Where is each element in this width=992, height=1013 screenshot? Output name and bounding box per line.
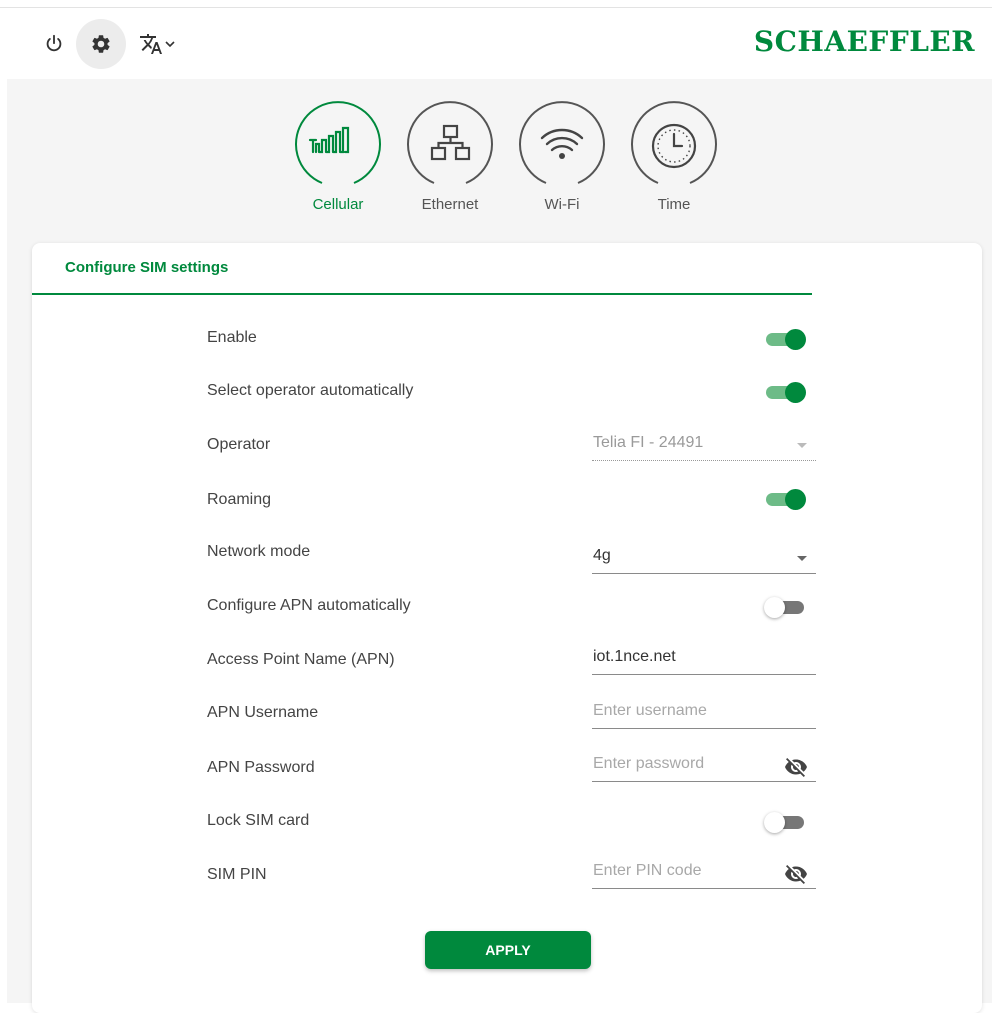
apn-password-label: APN Password [207,759,315,776]
tab-label-time: Time [657,196,691,213]
operator-value: Telia FI - 24491 [593,434,704,451]
network-mode-label: Network mode [207,543,311,560]
dropdown-arrow-icon [797,556,807,561]
card-divider [32,293,812,295]
tab-label-wifi: Wi-Fi [544,196,580,213]
power-icon [46,34,62,52]
toggle-knob [785,382,806,403]
card-title: Configure SIM settings [65,259,229,276]
apn-username-label: APN Username [207,704,319,721]
ethernet-network-icon [407,101,493,184]
enable-label: Enable [207,329,257,346]
tab-wifi[interactable]: Wi-Fi [516,100,608,213]
lock-sim-toggle[interactable] [764,811,808,833]
tab-cellular[interactable]: Cellular [292,100,384,213]
tab-label-cellular: Cellular [312,196,364,213]
lock-sim-label: Lock SIM card [207,812,310,829]
top-divider [0,7,992,8]
translate-icon [140,34,162,54]
apn-username-placeholder: Enter username [593,702,707,719]
sim-settings-card: Configure SIM settings Enable Select ope… [32,243,982,1013]
operator-select: Telia FI - 24491 [592,430,816,461]
dropdown-arrow-icon [797,443,807,448]
roaming-toggle[interactable] [764,488,808,510]
toggle-knob [785,489,806,510]
auto-apn-toggle[interactable] [764,596,808,618]
eye-off-icon[interactable] [784,862,808,886]
sim-pin-label: SIM PIN [207,866,267,883]
settings-button[interactable] [76,19,126,69]
chevron-down-icon [165,41,175,48]
apn-label: Access Point Name (APN) [207,651,395,668]
apn-value: iot.1nce.net [593,648,676,665]
enable-toggle[interactable] [764,328,808,350]
eye-off-icon[interactable] [784,755,808,779]
apply-button[interactable]: APPLY [425,931,591,969]
tab-ethernet[interactable]: Ethernet [404,100,496,213]
wifi-icon [519,101,605,184]
clock-icon [631,101,717,184]
gear-icon [92,35,110,53]
auto-operator-toggle[interactable] [764,381,808,403]
operator-label: Operator [207,436,271,453]
apn-input[interactable]: iot.1nce.net [592,644,816,675]
toggle-knob [764,812,785,833]
auto-apn-label: Configure APN automatically [207,597,411,614]
schaeffler-logo: SCHAEFFLER [753,25,975,58]
sim-pin-input[interactable]: Enter PIN code [592,858,816,889]
sim-pin-placeholder: Enter PIN code [593,862,702,879]
auto-operator-label: Select operator automatically [207,382,414,399]
power-button[interactable] [40,30,68,58]
cellular-signal-icon [295,101,381,184]
apn-password-placeholder: Enter password [593,755,705,772]
apn-password-input[interactable]: Enter password [592,751,816,782]
toggle-knob [764,597,785,618]
apn-username-input[interactable]: Enter username [592,698,816,729]
toggle-knob [785,329,806,350]
language-selector[interactable] [138,30,188,58]
roaming-label: Roaming [207,491,272,508]
tab-time[interactable]: Time [628,100,720,213]
network-mode-select[interactable]: 4g [592,543,816,574]
tab-label-ethernet: Ethernet [421,196,479,213]
network-mode-value: 4g [593,547,611,564]
